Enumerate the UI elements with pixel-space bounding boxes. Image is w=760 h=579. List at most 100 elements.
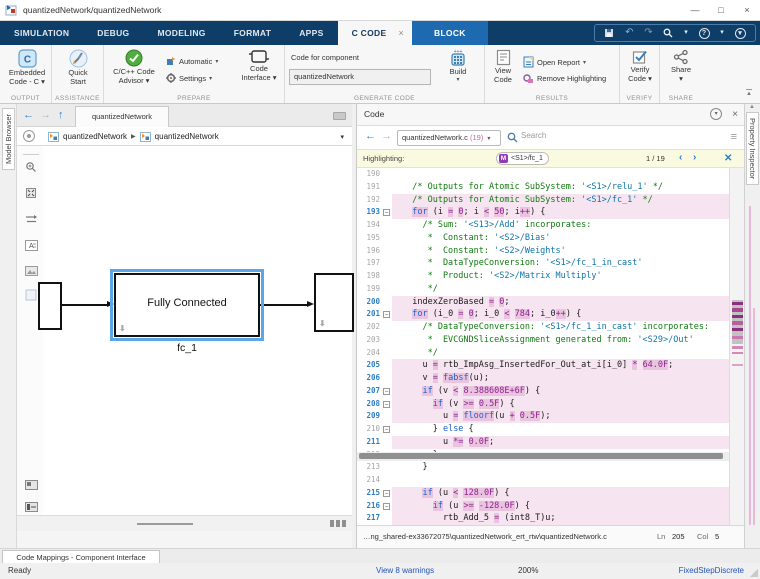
quick-start-button[interactable]: Quick Start — [63, 49, 93, 86]
embedded-code-button[interactable]: C Embedded Code - C ▾ — [8, 49, 46, 86]
code-line-205[interactable]: 205 u = rtb_ImpAsg_InsertedFor_Out_at_i[… — [357, 359, 729, 372]
collapse-strip-icon[interactable]: ▲ — [749, 104, 755, 110]
view-code-button[interactable]: View Code — [489, 49, 517, 84]
collapse-toolstrip-icon[interactable]: ▲ — [746, 89, 752, 97]
signal-wire[interactable] — [260, 304, 307, 306]
code-hscrollbar[interactable] — [357, 452, 729, 461]
code-hscroll-thumb[interactable] — [359, 453, 723, 459]
breadcrumb-caret-icon[interactable]: ▾ — [340, 133, 344, 141]
solver-name[interactable]: FixedStepDiscrete — [679, 566, 744, 575]
code-line-214[interactable]: 214 — [357, 474, 729, 487]
prev-match-icon[interactable]: ‹ — [679, 152, 682, 163]
browser-toggle-icon[interactable] — [23, 130, 35, 142]
code-line-207[interactable]: 207− if (v < 8.388608E+6F) { — [357, 385, 729, 398]
model-up-icon[interactable]: ↑ — [58, 107, 64, 123]
code-forward-icon[interactable]: → — [381, 130, 392, 142]
capture-icon[interactable] — [24, 500, 38, 514]
view-warnings-link[interactable]: View 8 warnings — [376, 566, 434, 575]
settings-button[interactable]: Settings ▾ — [166, 73, 212, 83]
fold-toggle-icon[interactable]: − — [383, 209, 390, 216]
code-line-216[interactable]: 216− if (u >= -128.0F) { — [357, 500, 729, 513]
code-line-204[interactable]: 204 */ — [357, 347, 729, 360]
code-line-203[interactable]: 203 * EVCGNDSliceAssignment generated fr… — [357, 334, 729, 347]
model-browser-tab[interactable]: Model Browser — [2, 108, 15, 170]
help-icon[interactable]: ? — [699, 28, 710, 39]
canvas-hscrollbar[interactable] — [17, 515, 352, 531]
fit-to-view-icon[interactable] — [24, 186, 38, 200]
code-mappings-tab[interactable]: Code Mappings - Component Interface — [2, 550, 160, 564]
tab-apps[interactable]: APPS — [285, 21, 337, 45]
code-line-199[interactable]: 199 */ — [357, 283, 729, 296]
next-match-icon[interactable]: › — [693, 152, 696, 163]
model-back-icon[interactable]: ← — [23, 107, 34, 123]
fold-toggle-icon[interactable]: − — [383, 388, 390, 395]
share-button[interactable]: Share ▾ — [669, 49, 693, 83]
tab-simulation[interactable]: SIMULATION — [0, 21, 83, 45]
block-badge-icon[interactable]: ⬇ — [319, 319, 326, 328]
close-icon[interactable]: × — [734, 0, 760, 21]
build-button[interactable]: +++ Build ▾ — [443, 49, 473, 83]
account-icon[interactable]: ▾ — [735, 28, 746, 39]
resize-grip[interactable] — [750, 569, 758, 577]
file-selector[interactable]: quantizedNetwork.c (19) ▾ — [397, 130, 501, 146]
panel-menu-icon[interactable]: ▾ — [710, 108, 722, 120]
tab-modeling[interactable]: MODELING — [143, 21, 219, 45]
canvas-hscroll-thumb[interactable] — [137, 523, 193, 525]
fold-toggle-icon[interactable]: − — [383, 401, 390, 408]
code-editor[interactable]: 190191 /* Outputs for Atomic SubSystem: … — [357, 168, 729, 525]
breadcrumb[interactable]: quantizedNetwork ▶ quantizedNetwork — [43, 127, 352, 146]
search-caret-icon[interactable]: ▾ — [684, 25, 688, 41]
zoom-level[interactable]: 200% — [518, 566, 538, 575]
tab-close-icon[interactable]: × — [398, 28, 404, 38]
tab-debug[interactable]: DEBUG — [83, 21, 143, 45]
clear-highlight-icon[interactable]: ✕ — [724, 153, 732, 164]
signal-wire[interactable] — [62, 304, 108, 306]
save-icon[interactable] — [604, 28, 614, 38]
model-doc-tab[interactable]: quantizedNetwork — [75, 106, 169, 127]
tab-options-icon[interactable] — [333, 112, 346, 120]
code-line-202[interactable]: 202 /* DataTypeConversion: '<S1>/fc_1_in… — [357, 321, 729, 334]
code-line-206[interactable]: 206 v = fabsf(u); — [357, 372, 729, 385]
code-line-197[interactable]: 197 * DataTypeConversion: '<S1>/fc_1_in_… — [357, 257, 729, 270]
menu-icon[interactable]: ≡ — [731, 131, 737, 143]
code-line-200[interactable]: 200 indexZeroBased = 0; — [357, 296, 729, 309]
open-report-button[interactable]: Open Report ▾ — [523, 56, 586, 68]
minimize-icon[interactable]: — — [682, 0, 708, 21]
code-line-211[interactable]: 211 u *= 0.0F; — [357, 436, 729, 449]
tab-format[interactable]: FORMAT — [220, 21, 286, 45]
search-icon[interactable] — [507, 132, 518, 143]
fold-toggle-icon[interactable]: − — [383, 503, 390, 510]
code-line-192[interactable]: 192 /* Outputs for Atomic SubSystem: '<S… — [357, 194, 729, 207]
block-badge-icon[interactable]: ⬇ — [119, 324, 126, 333]
breadcrumb-child[interactable]: quantizedNetwork — [155, 132, 219, 141]
code-back-icon[interactable]: ← — [365, 130, 376, 142]
block-fc-1[interactable]: Fully Connected ⬇ — [114, 273, 260, 337]
code-line-210[interactable]: 210− } else { — [357, 423, 729, 436]
tab-block[interactable]: BLOCK — [412, 21, 488, 45]
code-line-213[interactable]: 213 } — [357, 461, 729, 474]
code-interface-button[interactable]: Code Interface ▾ — [237, 49, 281, 82]
annotation-icon[interactable]: A — [24, 238, 38, 252]
code-vscrollbar[interactable] — [729, 168, 745, 525]
code-line-201[interactable]: 201− for (i_0 = 0; i_0 < 784; i_0++) { — [357, 308, 729, 321]
code-line-193[interactable]: 193− for (i = 0; i < 50; i++) { — [357, 206, 729, 219]
fold-toggle-icon[interactable]: − — [383, 426, 390, 433]
undo-icon[interactable]: ↶ — [625, 25, 633, 41]
code-advisor-button[interactable]: C/C++ Code Advisor ▾ — [107, 49, 161, 85]
highlight-chip[interactable]: M <S1>/fc_1 — [496, 152, 549, 165]
fold-toggle-icon[interactable]: − — [383, 311, 390, 318]
search-input[interactable]: Search — [521, 131, 546, 140]
help-caret-icon[interactable]: ▾ — [720, 25, 724, 41]
code-line-217[interactable]: 217 rtb_Add_5 = (int8_T)u; — [357, 512, 729, 525]
automatic-button[interactable]: Automatic ▾ — [166, 56, 218, 66]
component-field[interactable]: quantizedNetwork — [289, 69, 431, 85]
code-line-198[interactable]: 198 * Product: '<S2>/Matrix Multiply' — [357, 270, 729, 283]
remove-highlighting-button[interactable]: Remove Highlighting — [523, 73, 606, 84]
code-line-190[interactable]: 190 — [357, 168, 729, 181]
search-icon[interactable] — [663, 28, 673, 38]
code-line-196[interactable]: 196 * Constant: '<S2>/Weights' — [357, 245, 729, 258]
code-line-194[interactable]: 194 /* Sum: '<S13>/Add' incorporates: — [357, 219, 729, 232]
signal-routing-icon[interactable] — [24, 212, 38, 226]
code-line-215[interactable]: 215− if (u < 128.0F) { — [357, 487, 729, 500]
model-forward-icon[interactable]: → — [40, 107, 51, 123]
